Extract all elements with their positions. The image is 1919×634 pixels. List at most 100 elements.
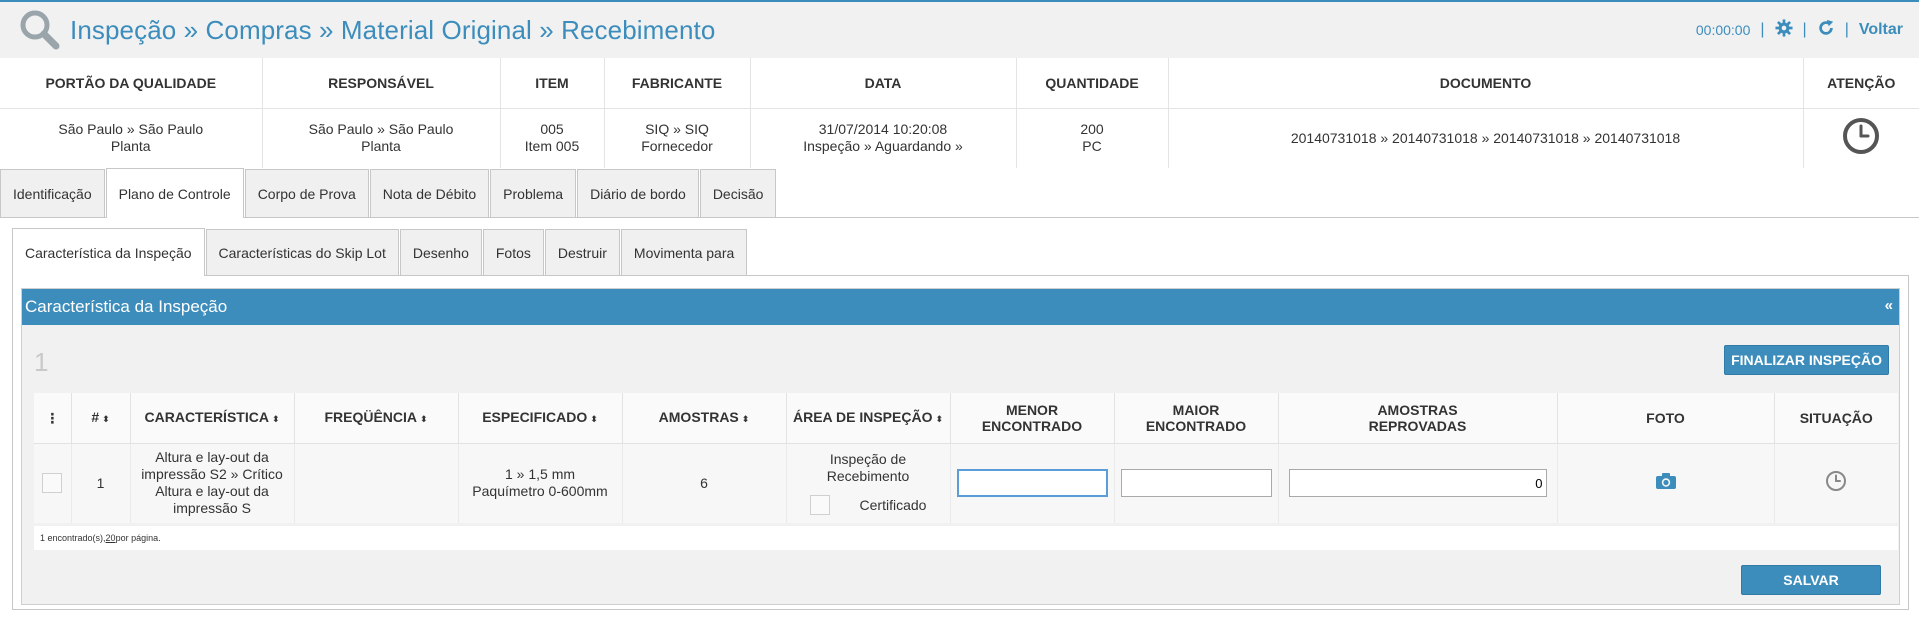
amostras-cell: 6: [622, 443, 787, 523]
header-label: #: [91, 408, 100, 425]
gear-icon[interactable]: [1774, 18, 1793, 42]
header-label: ÁREA DE INSPEÇÃO: [792, 408, 933, 425]
pagination-info: 1 encontrado(s), 20 por página.: [34, 526, 1898, 550]
column-header-frequencia[interactable]: FREQÜÊNCIA ⬍: [294, 393, 459, 444]
column-header-caracteristica[interactable]: CARACTERÍSTICA ⬍: [130, 393, 295, 444]
menor-encontrado-input[interactable]: [956, 469, 1108, 498]
tab-diario-de-bordo[interactable]: Diário de bordo: [577, 169, 699, 217]
found-count: 1 encontrado(s),: [40, 533, 106, 543]
header-toolbar: 00:00:00 | | | Voltar: [1696, 2, 1903, 58]
header-label: ESPECIFICADO: [482, 408, 588, 425]
grid-header-row: ⋮ # ⬍ CARACTERÍSTICA ⬍ FREQÜÊNCIA ⬍ ESPECIF…: [34, 393, 1898, 444]
inspection-grid: ⋮ # ⬍ CARACTERÍSTICA ⬍ FREQÜÊNCIA ⬍ ESPECIF…: [34, 393, 1898, 523]
cell-line: 005: [540, 121, 564, 138]
especificado-cell: 1 » 1,5 mm Paquímetro 0-600mm: [458, 443, 623, 523]
tab-corpo-de-prova[interactable]: Corpo de Prova: [244, 169, 369, 217]
refresh-icon[interactable]: [1817, 19, 1835, 42]
menor-cell: [950, 443, 1115, 523]
column-header-foto: FOTO: [1557, 393, 1775, 444]
date-cell: 31/07/2014 10:20:08 Inspeção » Aguardand…: [750, 108, 1017, 168]
header-line: ENCONTRADO: [981, 417, 1083, 434]
situacao-cell: [1774, 443, 1898, 523]
item-cell: 005 Item 005: [500, 108, 605, 168]
inspection-panel: Característica da Inspeção « 1 FINALIZAR…: [21, 288, 1900, 605]
column-header-amostras[interactable]: AMOSTRAS ⬍: [622, 393, 787, 444]
column-header: DATA: [750, 58, 1017, 109]
column-header: QUANTIDADE: [1016, 58, 1169, 109]
subtab-caracteristica-da-inspecao[interactable]: Característica da Inspeção: [12, 228, 205, 276]
finalize-inspection-button[interactable]: FINALIZAR INSPEÇÃO: [1724, 345, 1889, 375]
table-row: 1 Altura e lay-out da impressão S2 » Crí…: [34, 443, 1898, 523]
page-title: Inspeção » Compras » Material Original »…: [70, 14, 716, 45]
cell-line: PC: [1082, 138, 1102, 155]
save-button[interactable]: SALVAR: [1741, 565, 1881, 595]
per-page-suffix: por página.: [115, 533, 161, 543]
maior-encontrado-input[interactable]: [1120, 469, 1272, 498]
column-header: PORTÃO DA QUALIDADE: [0, 58, 263, 109]
row-num: 1: [71, 443, 131, 523]
tab-identificacao[interactable]: Identificação: [0, 169, 105, 217]
sort-icon: ⬍: [935, 413, 944, 424]
tab-content: Característica da Inspeção « 1 FINALIZAR…: [12, 276, 1909, 610]
cell-line: 31/07/2014 10:20:08: [818, 121, 948, 138]
sort-icon: ⬍: [741, 413, 750, 424]
caracteristica-cell: Altura e lay-out da impressão S2 » Críti…: [130, 443, 295, 523]
header-line: MENOR: [1005, 401, 1059, 418]
column-menu-icon[interactable]: ⋮: [34, 393, 72, 444]
manufacturer-cell: SIQ » SIQ Fornecedor: [604, 108, 751, 168]
quantity-cell: 200 PC: [1016, 108, 1169, 168]
certificado-checkbox[interactable]: [809, 495, 830, 516]
sort-icon: ⬍: [271, 413, 280, 424]
header-line: ENCONTRADO: [1145, 417, 1247, 434]
header-line: REPROVADAS: [1368, 417, 1467, 434]
tab-decisao[interactable]: Decisão: [699, 169, 777, 217]
column-header-especificado[interactable]: ESPECIFICADO ⬍: [458, 393, 623, 444]
subtab-movimenta-para[interactable]: Movimenta para: [620, 229, 748, 275]
cell-line: Altura e lay-out da: [155, 449, 269, 466]
cell-line: impressão S2 » Crítico: [141, 466, 283, 483]
amostras-reprovadas-input[interactable]: [1288, 469, 1547, 498]
per-page-link[interactable]: 20: [106, 533, 116, 543]
quality-gate-cell: São Paulo » São Paulo Planta: [0, 108, 263, 168]
separator: |: [1760, 21, 1765, 38]
frequencia-cell: [294, 443, 459, 523]
subtab-desenho[interactable]: Desenho: [399, 229, 482, 275]
tab-problema[interactable]: Problema: [490, 169, 577, 217]
header-label: FREQÜÊNCIA: [324, 408, 417, 425]
back-link[interactable]: Voltar: [1859, 21, 1903, 39]
column-header: DOCUMENTO: [1168, 58, 1804, 109]
document-cell: 20140731018 » 20140731018 » 20140731018 …: [1168, 108, 1804, 168]
sort-icon: ⬍: [590, 413, 598, 424]
collapse-icon[interactable]: «: [1885, 297, 1893, 314]
subtab-fotos[interactable]: Fotos: [482, 229, 544, 275]
reprovadas-cell: [1278, 443, 1558, 523]
attention-cell: [1803, 108, 1919, 168]
cell-line: Fornecedor: [641, 138, 713, 155]
clock-icon: [1825, 471, 1847, 495]
column-header: RESPONSÁVEL: [262, 58, 501, 109]
column-header-situacao: SITUAÇÃO: [1774, 393, 1898, 444]
camera-icon[interactable]: [1655, 473, 1677, 493]
cell-line: 200: [1080, 121, 1104, 138]
column-header-area[interactable]: ÁREA DE INSPEÇÃO ⬍: [786, 393, 951, 444]
app-header: Inspeção » Compras » Material Original »…: [0, 0, 1919, 58]
cell-line: 1 » 1,5 mm: [504, 466, 576, 483]
subtab-destruir[interactable]: Destruir: [544, 229, 620, 275]
tab-plano-de-controle[interactable]: Plano de Controle: [105, 168, 244, 218]
row-checkbox[interactable]: [42, 473, 63, 494]
certificado-label: Certificado: [859, 496, 927, 513]
session-timer: 00:00:00: [1695, 22, 1751, 38]
column-header-num[interactable]: # ⬍: [71, 393, 131, 444]
sort-icon: ⬍: [102, 413, 110, 424]
tab-nota-de-debito[interactable]: Nota de Débito: [369, 169, 490, 217]
header-line: AMOSTRAS: [1377, 401, 1458, 418]
main-tabs: Identificação Plano de Controle Corpo de…: [0, 168, 1919, 218]
foto-cell: [1557, 443, 1775, 523]
cell-line: Planta: [110, 138, 151, 155]
responsible-cell: São Paulo » São Paulo Planta: [262, 108, 501, 168]
cell-line: Recebimento: [826, 468, 910, 485]
cell-line: Item 005: [524, 138, 580, 155]
maior-cell: [1114, 443, 1279, 523]
subtab-skip-lot[interactable]: Características do Skip Lot: [205, 229, 399, 275]
column-header-maior: MAIOR ENCONTRADO: [1114, 393, 1279, 444]
